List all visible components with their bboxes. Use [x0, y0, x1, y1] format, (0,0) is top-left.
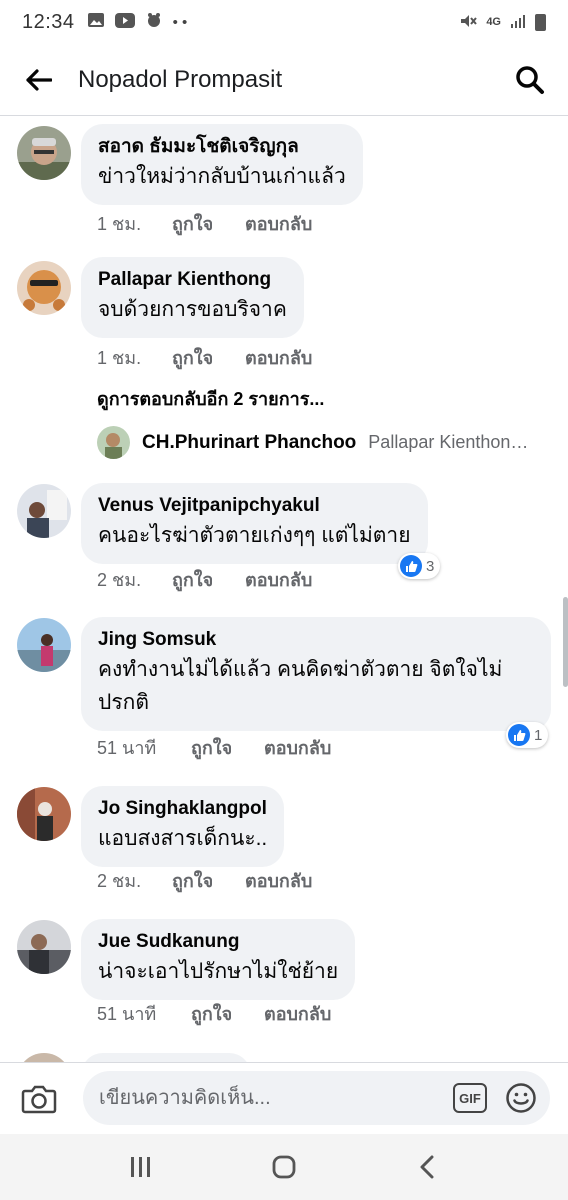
- reply-preview[interactable]: CH.Phurinart Phanchoo Pallapar Kienthon…: [97, 426, 547, 459]
- comment-bubble[interactable]: Pallapar Kienthong จบด้วยการขอบริจาค: [81, 257, 304, 338]
- avatar[interactable]: [17, 787, 71, 841]
- avatar[interactable]: [17, 618, 71, 672]
- comment-text: น่าจะเอาไปรักษาไม่ใช่ย้าย: [98, 960, 339, 983]
- comment-text-line: คงทำงานไม่ได้แล้ว คนคิดฆ่าตัวตาย จิตใจไม…: [98, 658, 503, 681]
- like-button[interactable]: ถูกใจ: [191, 999, 264, 1028]
- comment-text-line: ปรกติ: [98, 691, 149, 714]
- reaction-count[interactable]: 1: [506, 722, 549, 748]
- home-icon: [272, 1155, 296, 1179]
- arrow-left-icon: [26, 68, 52, 91]
- comments-list[interactable]: สอาด ธัมมะโชติเจริญกุล ข่าวใหม่ว่ากลับบ้…: [0, 117, 568, 1062]
- comment-actions: 2 ชม. ถูกใจ ตอบกลับ: [97, 565, 312, 594]
- comment-time[interactable]: 2 ชม.: [97, 866, 172, 895]
- comment-actions: 2 ชม. ถูกใจ ตอบกลับ: [97, 866, 312, 895]
- comment-composer: GIF: [0, 1062, 568, 1134]
- like-button[interactable]: ถูกใจ: [172, 866, 245, 895]
- camera-button[interactable]: [0, 1063, 78, 1135]
- recent-apps-icon: [131, 1157, 151, 1177]
- comment-actions: 1 ชม. ถูกใจ ตอบกลับ: [97, 343, 312, 372]
- more-dots-icon: • •: [172, 13, 188, 31]
- comment-bubble[interactable]: Jue Sudkanung น่าจะเอาไปรักษาไม่ใช่ย้าย: [81, 919, 356, 1000]
- emoji-button[interactable]: [505, 1082, 537, 1114]
- reply-text: Pallapar Kienthon…: [368, 432, 529, 452]
- avatar[interactable]: [17, 484, 71, 538]
- avatar[interactable]: [17, 920, 71, 974]
- comment-actions: 51 นาที ถูกใจ ตอบกลับ: [97, 733, 331, 762]
- reaction-number: 1: [534, 726, 543, 744]
- comment-bubble[interactable]: [81, 1053, 251, 1062]
- home-button[interactable]: [254, 1137, 314, 1197]
- system-icons: 4G: [459, 12, 546, 33]
- comment-actions: 51 นาที ถูกใจ ตอบกลับ: [97, 999, 331, 1028]
- comment-time[interactable]: 51 นาที: [97, 733, 191, 762]
- reply-button[interactable]: ตอบกลับ: [245, 343, 312, 372]
- thumbs-up-icon: [508, 724, 530, 746]
- page-title: Nopadol Prompasit: [78, 65, 283, 93]
- comment-time[interactable]: 2 ชม.: [97, 565, 172, 594]
- like-button[interactable]: ถูกใจ: [172, 209, 245, 238]
- like-button[interactable]: ถูกใจ: [172, 565, 245, 594]
- gif-button[interactable]: GIF: [453, 1083, 487, 1113]
- avatar[interactable]: [17, 126, 71, 180]
- comment-author[interactable]: Venus Vejitpanipchyakul: [98, 493, 411, 519]
- notification-icons: • •: [87, 11, 188, 33]
- system-nav-bar: [0, 1134, 568, 1200]
- comment-bubble[interactable]: Venus Vejitpanipchyakul คนอะไรฆ่าตัวตายเ…: [81, 483, 428, 564]
- camera-icon: [21, 1085, 57, 1113]
- status-bar: 12:34 • • 4G: [0, 0, 568, 44]
- youtube-icon: [114, 12, 135, 32]
- reaction-number: 3: [426, 557, 435, 575]
- scrollbar[interactable]: [563, 597, 568, 687]
- reply-button[interactable]: ตอบกลับ: [264, 999, 331, 1028]
- avatar[interactable]: [97, 426, 130, 459]
- comment-time[interactable]: 1 ชม.: [97, 343, 172, 372]
- view-more-replies-link[interactable]: ดูการตอบกลับอีก 2 รายการ...: [97, 384, 324, 413]
- image-icon: [87, 12, 105, 32]
- like-button[interactable]: ถูกใจ: [172, 343, 245, 372]
- comment-time[interactable]: 1 ชม.: [97, 209, 172, 238]
- comment-time[interactable]: 51 นาที: [97, 999, 191, 1028]
- comment-author[interactable]: สอาด ธัมมะโชติเจริญกุล: [98, 134, 346, 160]
- comment-text: คนอะไรฆ่าตัวตายเก่งๆๆ แต่ไม่ตาย: [98, 524, 411, 547]
- smiley-icon: [506, 1083, 536, 1113]
- comment-text: จบด้วยการขอบริจาค: [98, 298, 287, 321]
- like-button[interactable]: ถูกใจ: [191, 733, 264, 762]
- reply-button[interactable]: ตอบกลับ: [264, 733, 331, 762]
- comment-bubble[interactable]: Jing Somsuk คงทำงานไม่ได้แล้ว คนคิดฆ่าตั…: [81, 617, 551, 731]
- battery-icon: [535, 13, 546, 31]
- network-type: 4G: [486, 16, 501, 28]
- reply-button[interactable]: ตอบกลับ: [245, 866, 312, 895]
- app-bar: Nopadol Prompasit: [0, 44, 568, 116]
- system-back-button[interactable]: [397, 1137, 457, 1197]
- comment-author[interactable]: Jo Singhaklangpol: [98, 796, 267, 822]
- mute-icon: [459, 12, 478, 33]
- comment-text: แอบสงสารเด็กนะ..: [98, 827, 268, 850]
- reply-button[interactable]: ตอบกลับ: [245, 209, 312, 238]
- status-time: 12:34: [22, 10, 75, 33]
- reply-author[interactable]: CH.Phurinart Phanchoo: [142, 432, 356, 454]
- bug-icon: [145, 11, 163, 33]
- comment-author[interactable]: Jing Somsuk: [98, 627, 534, 653]
- reply-button[interactable]: ตอบกลับ: [245, 565, 312, 594]
- comment-bubble[interactable]: Jo Singhaklangpol แอบสงสารเด็กนะ..: [81, 786, 285, 867]
- thumbs-up-icon: [400, 555, 422, 577]
- comment-actions: 1 ชม. ถูกใจ ตอบกลับ: [97, 209, 312, 238]
- comment-author[interactable]: Pallapar Kienthong: [98, 267, 287, 293]
- avatar[interactable]: [17, 1053, 71, 1062]
- comment-text: ข่าวใหม่ว่ากลับบ้านเก่าแล้ว: [98, 165, 346, 188]
- back-button[interactable]: [0, 44, 78, 116]
- comment-bubble[interactable]: สอาด ธัมมะโชติเจริญกุล ข่าวใหม่ว่ากลับบ้…: [81, 124, 363, 205]
- recent-apps-button[interactable]: [111, 1137, 171, 1197]
- signal-icon: [510, 13, 526, 32]
- avatar[interactable]: [17, 261, 71, 315]
- back-icon: [420, 1155, 434, 1179]
- search-button[interactable]: [492, 44, 568, 116]
- search-icon: [516, 65, 544, 94]
- comment-author[interactable]: Jue Sudkanung: [98, 929, 338, 955]
- reaction-count[interactable]: 3: [398, 553, 441, 579]
